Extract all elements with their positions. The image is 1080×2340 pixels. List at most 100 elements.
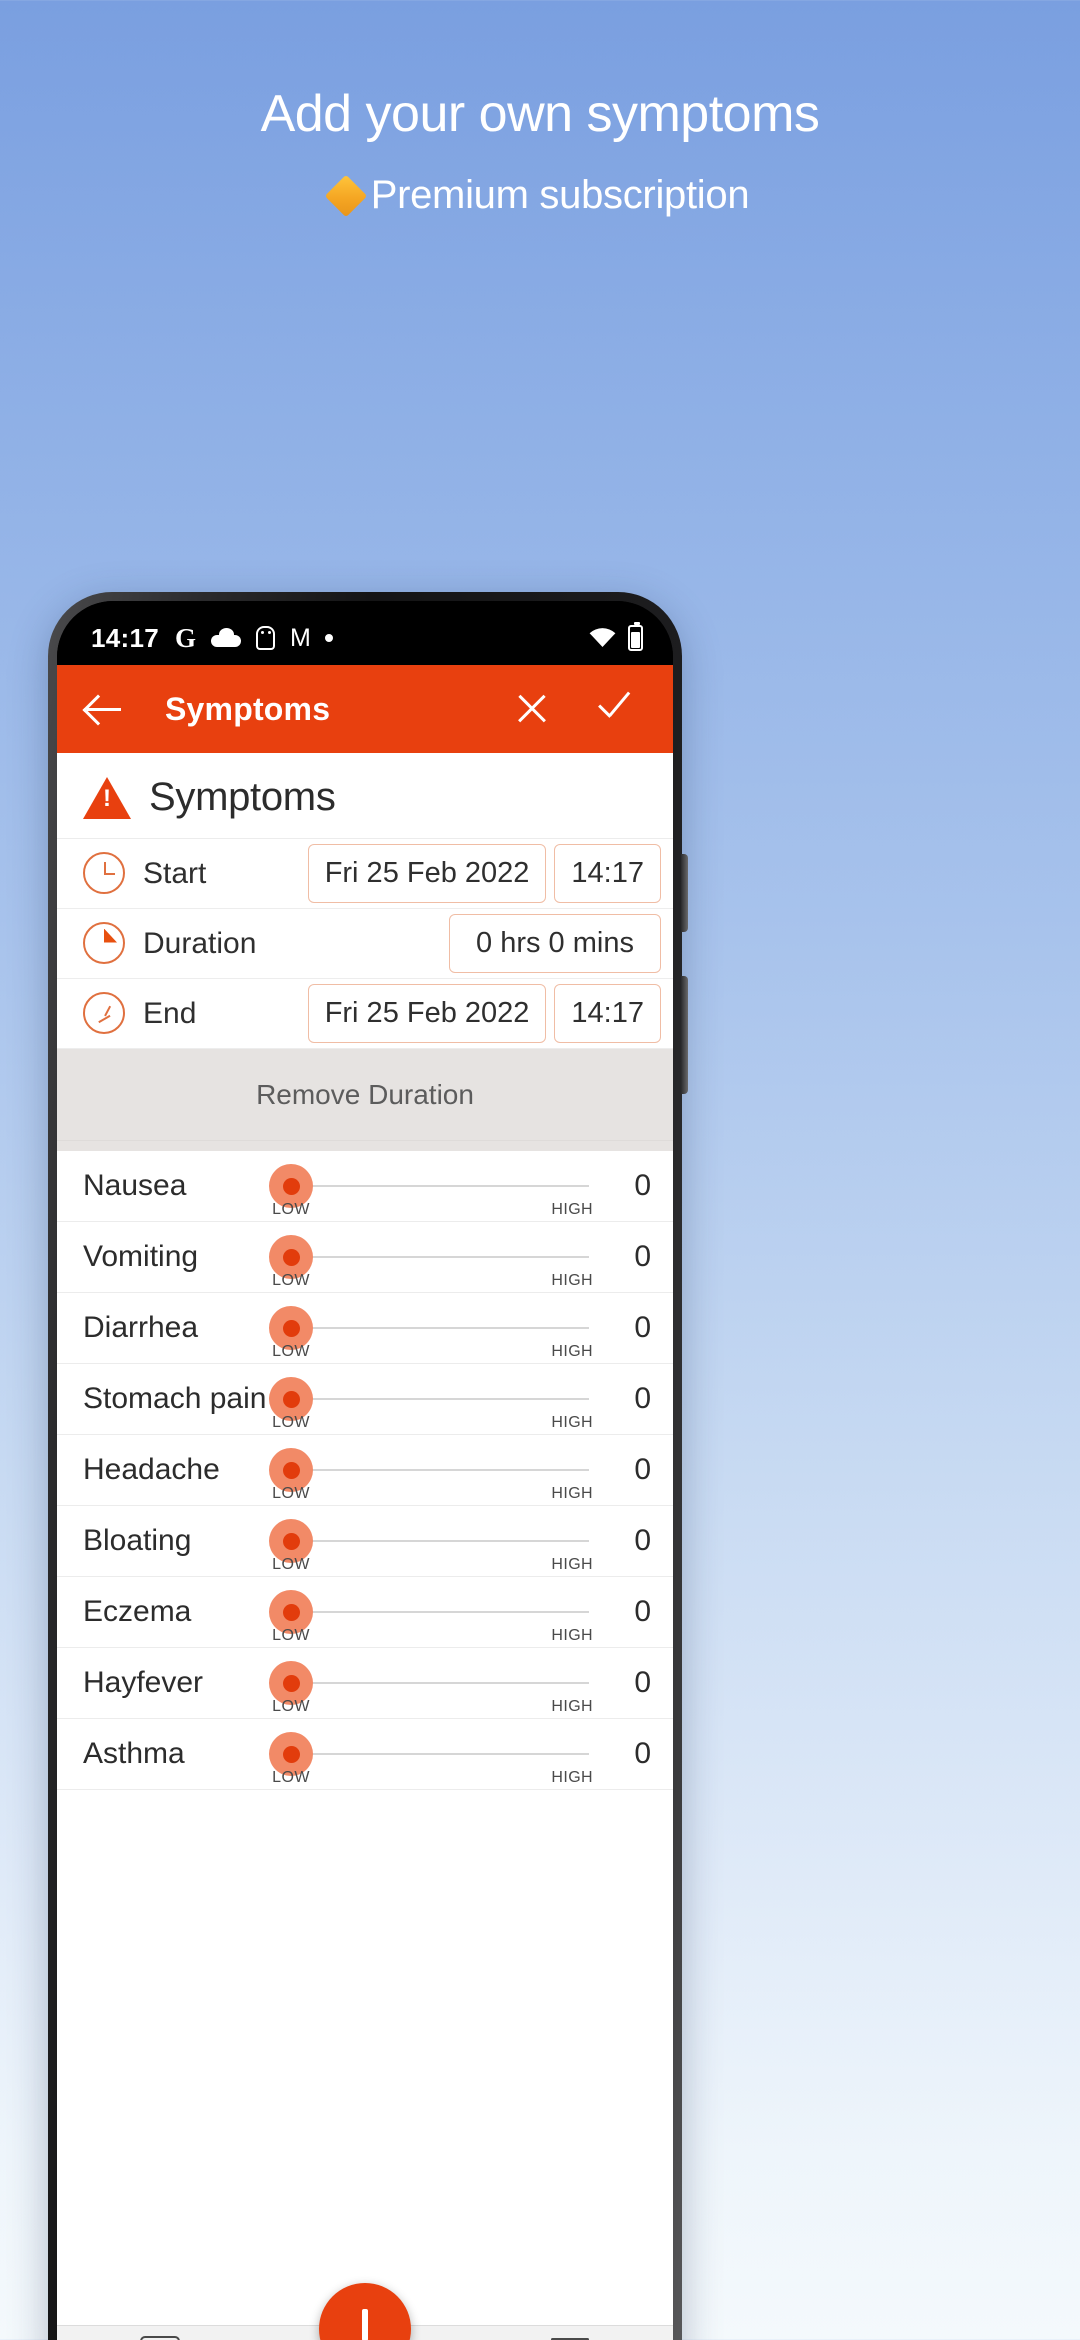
symptom-name: Nausea	[83, 1169, 187, 1202]
add-event-fab[interactable]	[319, 2283, 411, 2340]
start-row[interactable]: Start Fri 25 Feb 2022 14:17	[57, 839, 673, 909]
start-date-field[interactable]: Fri 25 Feb 2022	[307, 844, 547, 903]
symptom-name: Bloating	[83, 1524, 192, 1557]
slider-high-label: HIGH	[551, 1556, 593, 1573]
nav-menu-button[interactable]	[468, 2336, 673, 2340]
slider-low-label: LOW	[272, 1556, 310, 1573]
symptom-slider[interactable]: LOW HIGH	[269, 1364, 595, 1434]
symptom-name: Headache	[83, 1453, 220, 1486]
duration-label: Duration	[143, 926, 257, 960]
status-notification-icons: G M	[175, 622, 333, 653]
symptom-slider[interactable]: LOW HIGH	[269, 1577, 595, 1647]
promo-subtitle-row: Premium subscription	[0, 173, 1080, 218]
symptom-value: 0	[634, 1737, 651, 1770]
duration-value-field[interactable]: 0 hrs 0 mins	[449, 914, 661, 973]
symptom-row[interactable]: Eczema LOW HIGH 0	[57, 1577, 673, 1648]
promo-subtitle: Premium subscription	[370, 173, 750, 218]
app-bar: Symptoms	[57, 665, 673, 753]
remove-duration-button[interactable]: Remove Duration	[57, 1049, 673, 1141]
slider-low-label: LOW	[272, 1627, 310, 1644]
slider-low-label: LOW	[272, 1698, 310, 1715]
battery-icon	[628, 622, 643, 651]
symptom-slider[interactable]: LOW HIGH	[269, 1719, 595, 1789]
symptom-slider[interactable]: LOW HIGH	[269, 1293, 595, 1363]
symptom-row[interactable]: Vomiting LOW HIGH 0	[57, 1222, 673, 1293]
back-arrow-icon[interactable]	[83, 687, 127, 731]
warning-triangle-icon	[83, 776, 131, 819]
symptom-value: 0	[634, 1169, 651, 1202]
symptom-value: 0	[634, 1666, 651, 1699]
slider-track	[291, 1185, 589, 1187]
menu-icon	[551, 2336, 590, 2340]
symptom-name: Vomiting	[83, 1240, 199, 1273]
close-icon[interactable]	[513, 690, 551, 728]
slider-high-label: HIGH	[551, 1201, 593, 1218]
symptom-row[interactable]: Headache LOW HIGH 0	[57, 1435, 673, 1506]
clock-icon	[83, 851, 127, 896]
symptom-value: 0	[634, 1382, 651, 1415]
end-row[interactable]: End Fri 25 Feb 2022 14:17	[57, 979, 673, 1049]
symptom-slider[interactable]: LOW HIGH	[269, 1506, 595, 1576]
slider-track	[291, 1327, 589, 1329]
end-time-field[interactable]: 14:17	[554, 984, 661, 1043]
cloud-icon	[211, 628, 242, 647]
pie-clock-icon	[83, 921, 127, 966]
symptom-value: 0	[634, 1311, 651, 1344]
slider-low-label: LOW	[272, 1272, 310, 1289]
symptom-row[interactable]: Bloating LOW HIGH 0	[57, 1506, 673, 1577]
symptom-slider[interactable]: LOW HIGH	[269, 1648, 595, 1718]
slider-track	[291, 1540, 589, 1542]
symptom-list: Nausea LOW HIGH 0 Vomiting LOW HIGH 0 Diarrhea LO…	[57, 1151, 673, 1790]
dot-icon	[324, 634, 333, 642]
start-time-field[interactable]: 14:17	[554, 844, 661, 903]
slider-track	[291, 1611, 589, 1613]
diamond-icon	[324, 174, 367, 217]
slider-low-label: LOW	[272, 1201, 310, 1218]
check-icon[interactable]	[597, 690, 639, 728]
duration-row[interactable]: Duration 0 hrs 0 mins	[57, 909, 673, 979]
slider-track	[291, 1682, 589, 1684]
slider-high-label: HIGH	[551, 1769, 593, 1786]
end-date-field[interactable]: Fri 25 Feb 2022	[307, 984, 547, 1043]
slider-high-label: HIGH	[551, 1698, 593, 1715]
start-label: Start	[143, 856, 207, 890]
symptom-slider[interactable]: LOW HIGH	[269, 1151, 595, 1221]
symptom-value: 0	[634, 1524, 651, 1557]
android-face-icon	[256, 626, 276, 650]
symptom-row[interactable]: Diarrhea LOW HIGH 0	[57, 1293, 673, 1364]
symptom-name: Eczema	[83, 1595, 192, 1628]
nav-recents-button[interactable]	[57, 2336, 262, 2340]
section-title: Symptoms	[149, 775, 336, 819]
volume-button[interactable]	[681, 976, 688, 1094]
phone-frame: 14:17 G M Symptoms ! Symptoms Start Fri …	[48, 592, 688, 2340]
symptom-row[interactable]: Stomach pain LOW HIGH 0	[57, 1364, 673, 1435]
power-button[interactable]	[681, 854, 688, 932]
screen-content: Symptoms Start Fri 25 Feb 2022 14:17 Dur…	[57, 753, 673, 2340]
slider-high-label: HIGH	[551, 1485, 593, 1502]
slider-high-label: HIGH	[551, 1272, 593, 1289]
google-g-icon: G	[175, 622, 197, 653]
symptom-row[interactable]: Nausea LOW HIGH 0	[57, 1151, 673, 1222]
symptom-row[interactable]: Hayfever LOW HIGH 0	[57, 1648, 673, 1719]
symptom-row[interactable]: Asthma LOW HIGH 0	[57, 1719, 673, 1790]
symptom-slider[interactable]: LOW HIGH	[269, 1222, 595, 1292]
gmail-m-icon: M	[290, 623, 311, 652]
slider-track	[291, 1753, 589, 1755]
slider-low-label: LOW	[272, 1414, 310, 1431]
status-bar: 14:17 G M	[57, 601, 673, 665]
slider-track	[291, 1469, 589, 1471]
section-spacer	[57, 1141, 673, 1151]
phone-screen: 14:17 G M Symptoms ! Symptoms Start Fri …	[57, 601, 673, 2340]
symptom-name: Diarrhea	[83, 1311, 199, 1344]
symptom-slider[interactable]: LOW HIGH	[269, 1435, 595, 1505]
promo-header: Add your own symptoms Premium subscripti…	[0, 0, 1080, 218]
slider-track	[291, 1256, 589, 1258]
slider-low-label: LOW	[272, 1343, 310, 1360]
symptom-name: Stomach pain	[83, 1382, 267, 1415]
slider-high-label: HIGH	[551, 1343, 593, 1360]
slider-low-label: LOW	[272, 1485, 310, 1502]
status-time: 14:17	[91, 622, 159, 653]
symptom-value: 0	[634, 1453, 651, 1486]
promo-title: Add your own symptoms	[260, 85, 820, 143]
slider-low-label: LOW	[272, 1769, 310, 1786]
